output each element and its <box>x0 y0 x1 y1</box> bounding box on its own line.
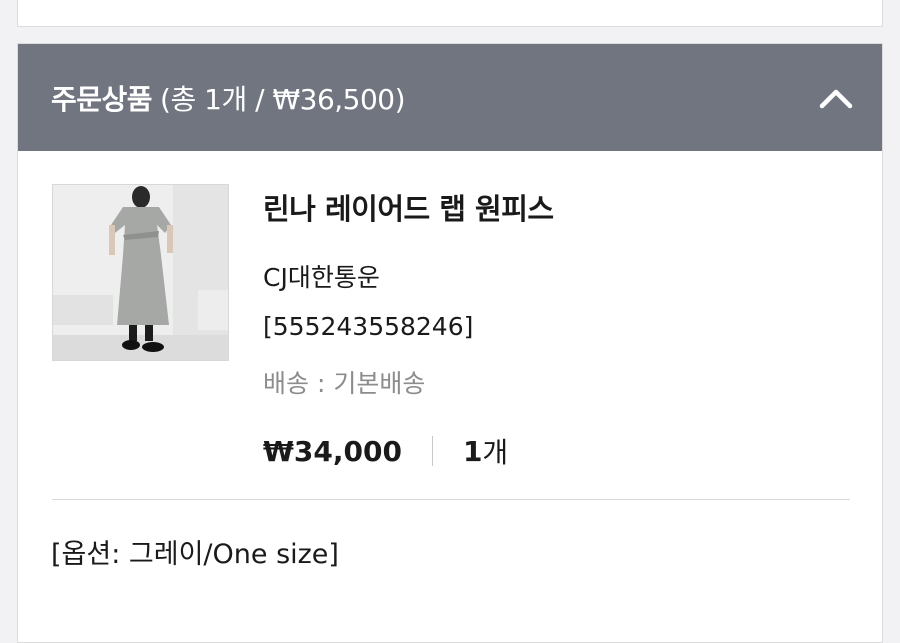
dress-photo <box>53 185 228 360</box>
order-products-title: 주문상품 <box>51 82 153 116</box>
product-option: [옵션: 그레이/One size] <box>51 539 339 570</box>
order-products-header[interactable]: 주문상품 (총 1개 / ₩36,500) <box>18 44 882 151</box>
product-quantity: 1 <box>462 434 483 468</box>
courier-name: CJ대한통운 <box>263 263 380 292</box>
item-divider <box>52 499 850 500</box>
chevron-up-icon <box>819 89 853 109</box>
shipping-method: 배송 : 기본배송 <box>263 369 426 398</box>
order-products-panel: 주문상품 (총 1개 / ₩36,500) 린나 레이어드 랩 원피스 CJ대한… <box>17 43 883 643</box>
price-quantity-divider <box>431 436 433 466</box>
product-thumbnail[interactable] <box>52 184 229 361</box>
tracking-number[interactable]: [555243558246] <box>263 312 473 341</box>
collapse-button[interactable] <box>816 78 856 118</box>
order-summary: (총 1개 / ₩36,500) <box>160 82 406 116</box>
product-name[interactable]: 린나 레이어드 랩 원피스 <box>263 186 554 228</box>
price-quantity-row: ₩34,000 1개 <box>263 431 508 471</box>
previous-card <box>17 0 883 27</box>
product-price: ₩34,000 <box>263 434 402 468</box>
quantity-unit: 개 <box>482 436 509 469</box>
order-item: 린나 레이어드 랩 원피스 CJ대한통운 [555243558246] 배송 :… <box>18 151 882 499</box>
